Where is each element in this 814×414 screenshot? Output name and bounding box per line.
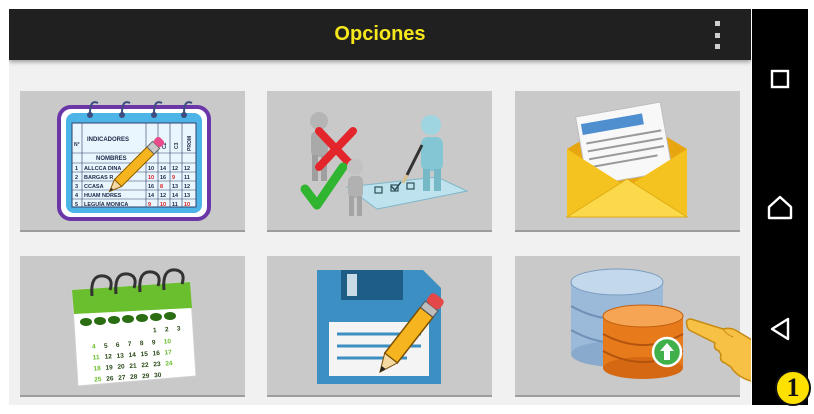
grade-cell: 13 <box>172 184 178 190</box>
page-title: Opciones <box>334 23 426 45</box>
calendar-day: 17 <box>164 349 172 357</box>
calendar-day: 19 <box>105 364 113 372</box>
grade-cell: 10 <box>148 166 154 172</box>
grade-cell: 14 <box>148 193 155 199</box>
grade-cell: 12 <box>184 166 190 172</box>
calendar-day: 20 <box>117 363 125 371</box>
calendar-day: 24 <box>165 360 173 368</box>
app-bar: Opciones <box>9 9 751 60</box>
grade-cell: 12 <box>172 166 178 172</box>
calendar-day: 26 <box>106 375 114 383</box>
grade-cell: 14 <box>160 166 167 172</box>
grade-cell: 10 <box>148 175 154 181</box>
grade-header-indicadores: INDICADORES <box>87 137 129 143</box>
grade-cell: 14 <box>172 193 179 199</box>
pointing-hand-icon <box>685 318 751 382</box>
app-screen: Opciones N° INDICADORES NOMBRES C1 C2 <box>9 9 751 405</box>
calendar-day: 12 <box>104 353 112 361</box>
calendar-day: 15 <box>140 351 148 359</box>
calendar-day: 29 <box>142 373 150 381</box>
option-tile-evaluation[interactable] <box>267 91 492 232</box>
grade-cell: 13 <box>184 193 190 199</box>
grade-cell: 10 <box>184 202 190 208</box>
grade-header-no: N° <box>74 142 80 148</box>
option-tile-calendar[interactable]: 1 2 3 4 5 6 7 8 9 10 11 12 13 14 15 16 1… <box>20 256 245 397</box>
grade-cell: 11 <box>184 175 190 181</box>
grade-cell: 9 <box>148 202 151 208</box>
home-icon[interactable] <box>764 191 796 223</box>
grade-sheet-icon: N° INDICADORES NOMBRES C1 C2 C3 PROM 1 A… <box>57 101 211 221</box>
grade-cell: 9 <box>172 175 175 181</box>
overflow-menu-icon[interactable] <box>711 21 723 49</box>
grade-row-name: CCASA <box>84 184 104 190</box>
android-nav-bar <box>752 9 808 405</box>
grade-cell: 10 <box>160 202 166 208</box>
envelope-document-icon <box>565 101 689 218</box>
floppy-pencil-icon <box>317 270 444 384</box>
grade-cell: 16 <box>148 184 154 190</box>
calendar-day: 18 <box>93 365 101 373</box>
grade-col-header: PROM <box>187 136 193 151</box>
calendar-day: 28 <box>130 374 138 382</box>
grade-row-num: 5 <box>75 202 78 208</box>
calendar-day: 14 <box>128 352 136 360</box>
grade-row-name: HUAM NDRES <box>84 193 122 199</box>
recents-square-icon[interactable] <box>764 63 796 95</box>
calendar-day: 23 <box>153 361 161 369</box>
calendar-day: 13 <box>116 352 124 360</box>
grade-cell: 12 <box>160 193 166 199</box>
grade-row-name: ALLCCA DINA <box>84 166 121 172</box>
evaluation-figures-icon <box>300 112 469 216</box>
grade-cell: 8 <box>160 184 163 190</box>
calendar-day: 30 <box>154 372 162 380</box>
grade-row-name: LEGUÍA MONICA <box>84 200 128 208</box>
calendar-day: 11 <box>93 354 101 361</box>
calendar-icon: 1 2 3 4 5 6 7 8 9 10 11 12 13 14 15 16 1… <box>71 268 197 387</box>
back-triangle-icon[interactable] <box>764 313 796 345</box>
calendar-day: 27 <box>118 374 126 382</box>
calendar-day: 16 <box>152 350 160 358</box>
grade-row-name: BARGAS R <box>84 175 113 181</box>
grade-col-header: C3 <box>174 142 180 149</box>
calendar-day: 10 <box>164 338 172 346</box>
calendar-day: 25 <box>94 376 102 384</box>
grade-row-num: 1 <box>75 166 78 172</box>
option-tile-mail[interactable] <box>515 91 740 232</box>
grade-row-num: 3 <box>75 184 78 190</box>
grade-cell: 12 <box>184 184 190 190</box>
grade-header-nombres: NOMBRES <box>96 156 127 162</box>
grade-row-num: 2 <box>75 175 78 181</box>
grade-cell: 11 <box>172 202 178 208</box>
calendar-day: 22 <box>141 362 149 370</box>
step-number-badge: 1 <box>775 370 811 406</box>
calendar-day: 21 <box>129 363 137 371</box>
option-tile-grade-sheet[interactable]: N° INDICADORES NOMBRES C1 C2 C3 PROM 1 A… <box>20 91 245 232</box>
grade-cell: 16 <box>160 175 166 181</box>
option-tile-save[interactable] <box>267 256 492 397</box>
